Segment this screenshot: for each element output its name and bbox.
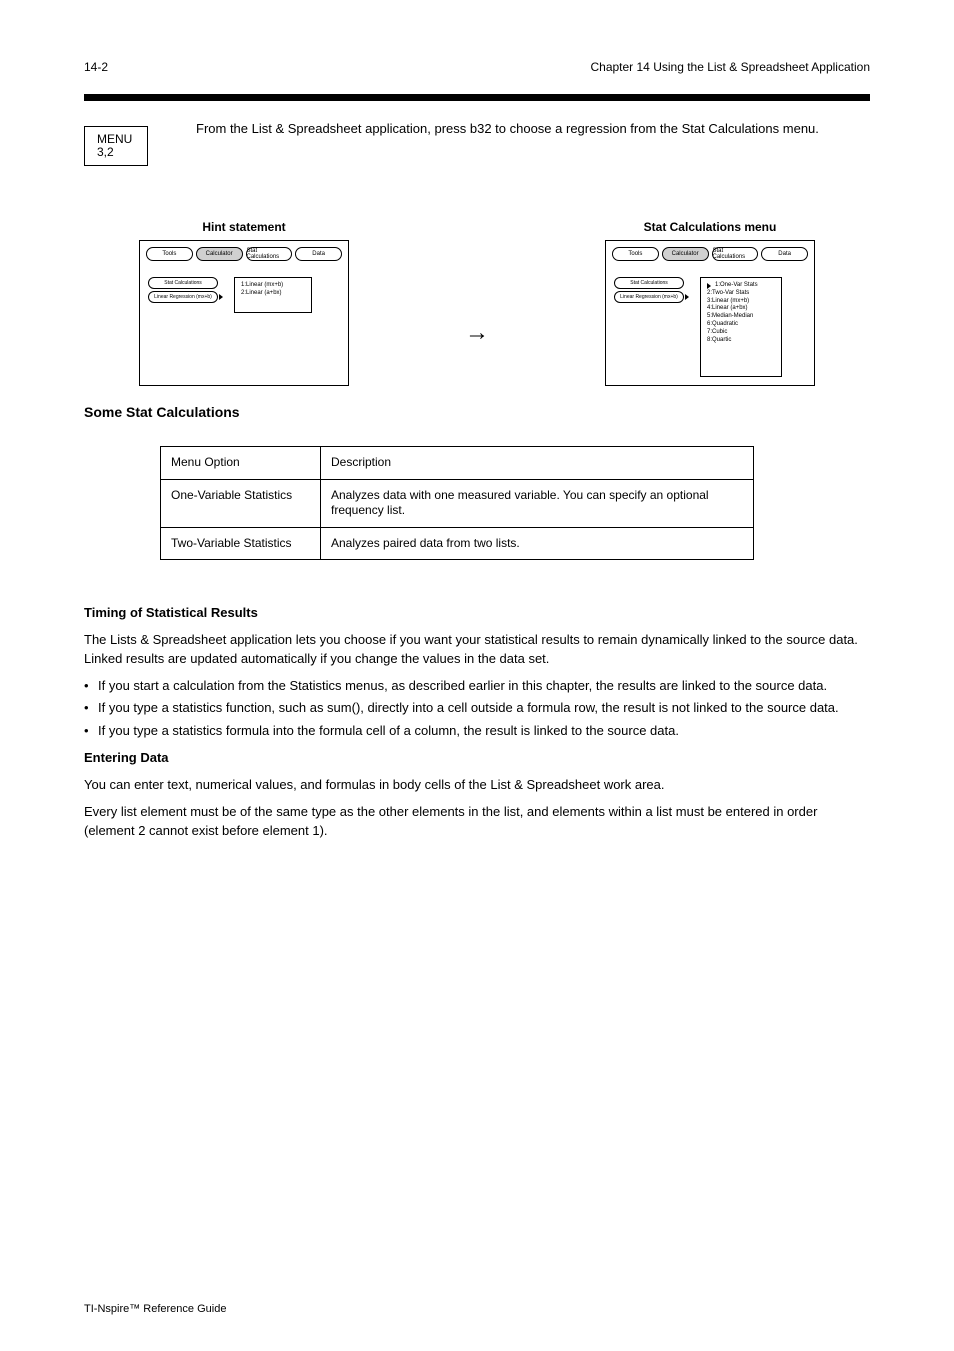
opt-row: 7:Cubic bbox=[707, 329, 775, 337]
tabs-right: Tools Calculator Stat Calculations Data bbox=[612, 247, 808, 261]
body-content: Timing of Statistical Results The Lists … bbox=[84, 604, 870, 848]
tab: Data bbox=[295, 247, 342, 261]
figure-right: Stat Calculations menu Tools Calculator … bbox=[550, 220, 870, 386]
tab: Calculator bbox=[662, 247, 709, 261]
table-cell: Two-Variable Statistics bbox=[161, 527, 321, 560]
opt-row: 4:Linear (a+bx) bbox=[707, 305, 775, 313]
list-item: If you type a statistics formula into th… bbox=[84, 722, 870, 741]
paragraph: Every list element must be of the same t… bbox=[84, 803, 870, 841]
fig-left-caption: Hint statement bbox=[202, 220, 285, 234]
stat-calc-table: Menu Option Description One-Variable Sta… bbox=[160, 446, 754, 560]
opt-row: 5:Median-Median bbox=[707, 313, 775, 321]
header-rule bbox=[84, 94, 870, 101]
option-panel-left: 1:Linear (mx+b) 2:Linear (a+bx) bbox=[234, 277, 312, 313]
opt-row: 1:Linear (mx+b) bbox=[241, 282, 305, 290]
fig-right-caption: Stat Calculations menu bbox=[644, 220, 777, 234]
menu-label-line2: 3,2 bbox=[97, 146, 135, 159]
table-header: Description bbox=[321, 447, 754, 480]
tab: Tools bbox=[612, 247, 659, 261]
bullet-list: If you start a calculation from the Stat… bbox=[84, 677, 870, 742]
subsection-title-timing: Timing of Statistical Results bbox=[84, 604, 870, 623]
section-title-stat-calcs: Some Stat Calculations bbox=[84, 404, 870, 420]
opt-row: 1:One-Var Stats bbox=[707, 282, 775, 290]
table-row: Two-Variable Statistics Analyzes paired … bbox=[161, 527, 754, 560]
list-item: If you type a statistics function, such … bbox=[84, 699, 870, 718]
screenshot-right: Tools Calculator Stat Calculations Data … bbox=[605, 240, 815, 386]
figures-row: Hint statement Tools Calculator Stat Cal… bbox=[84, 220, 870, 386]
opt-row: 2:Two-Var Stats bbox=[707, 290, 775, 298]
running-head: Chapter 14 Using the List & Spreadsheet … bbox=[590, 60, 870, 74]
table-row: One-Variable Statistics Analyzes data wi… bbox=[161, 479, 754, 527]
button-stack-left: Stat Calculations Linear Regression (mx+… bbox=[148, 277, 218, 303]
arrow-right-icon: → bbox=[465, 261, 489, 345]
paragraph: You can enter text, numerical values, an… bbox=[84, 776, 870, 795]
opt-row: 3:Linear (mx+b) bbox=[707, 298, 775, 306]
footer-note: TI-Nspire™ Reference Guide bbox=[84, 1303, 226, 1315]
button-stack-right: Stat Calculations Linear Regression (mx+… bbox=[614, 277, 684, 303]
menu-pill: Linear Regression (mx+b) bbox=[614, 291, 684, 303]
figure-left: Hint statement Tools Calculator Stat Cal… bbox=[84, 220, 404, 386]
table-cell: One-Variable Statistics bbox=[161, 479, 321, 527]
table-row: Menu Option Description bbox=[161, 447, 754, 480]
menu-shortcut-box: MENU 3,2 bbox=[84, 126, 148, 166]
menu-pill: Stat Calculations bbox=[614, 277, 684, 289]
menu-pill: Linear Regression (mx+b) bbox=[148, 291, 218, 303]
opt-row: 2:Linear (a+bx) bbox=[241, 290, 305, 298]
option-panel-right: 1:One-Var Stats 2:Two-Var Stats 3:Linear… bbox=[700, 277, 782, 377]
menu-pill: Stat Calculations bbox=[148, 277, 218, 289]
tabs-left: Tools Calculator Stat Calculations Data bbox=[146, 247, 342, 261]
opt-row: 8:Quartic bbox=[707, 337, 775, 345]
intro-paragraph: From the List & Spreadsheet application,… bbox=[196, 120, 870, 138]
opt-row: 6:Quadratic bbox=[707, 321, 775, 329]
table-cell: Analyzes paired data from two lists. bbox=[321, 527, 754, 560]
table-header: Menu Option bbox=[161, 447, 321, 480]
tab: Stat Calculations bbox=[712, 247, 759, 261]
page-number: 14-2 bbox=[84, 60, 108, 74]
tab: Calculator bbox=[196, 247, 243, 261]
table-cell: Analyzes data with one measured variable… bbox=[321, 479, 754, 527]
paragraph: The Lists & Spreadsheet application lets… bbox=[84, 631, 870, 669]
tab: Tools bbox=[146, 247, 193, 261]
list-item: If you start a calculation from the Stat… bbox=[84, 677, 870, 696]
subsection-title-entering-data: Entering Data bbox=[84, 749, 870, 768]
page: 14-2 Chapter 14 Using the List & Spreads… bbox=[0, 0, 954, 1351]
triangle-icon bbox=[707, 283, 711, 289]
tab: Data bbox=[761, 247, 808, 261]
tab: Stat Calculations bbox=[246, 247, 293, 261]
screenshot-left: Tools Calculator Stat Calculations Data … bbox=[139, 240, 349, 386]
